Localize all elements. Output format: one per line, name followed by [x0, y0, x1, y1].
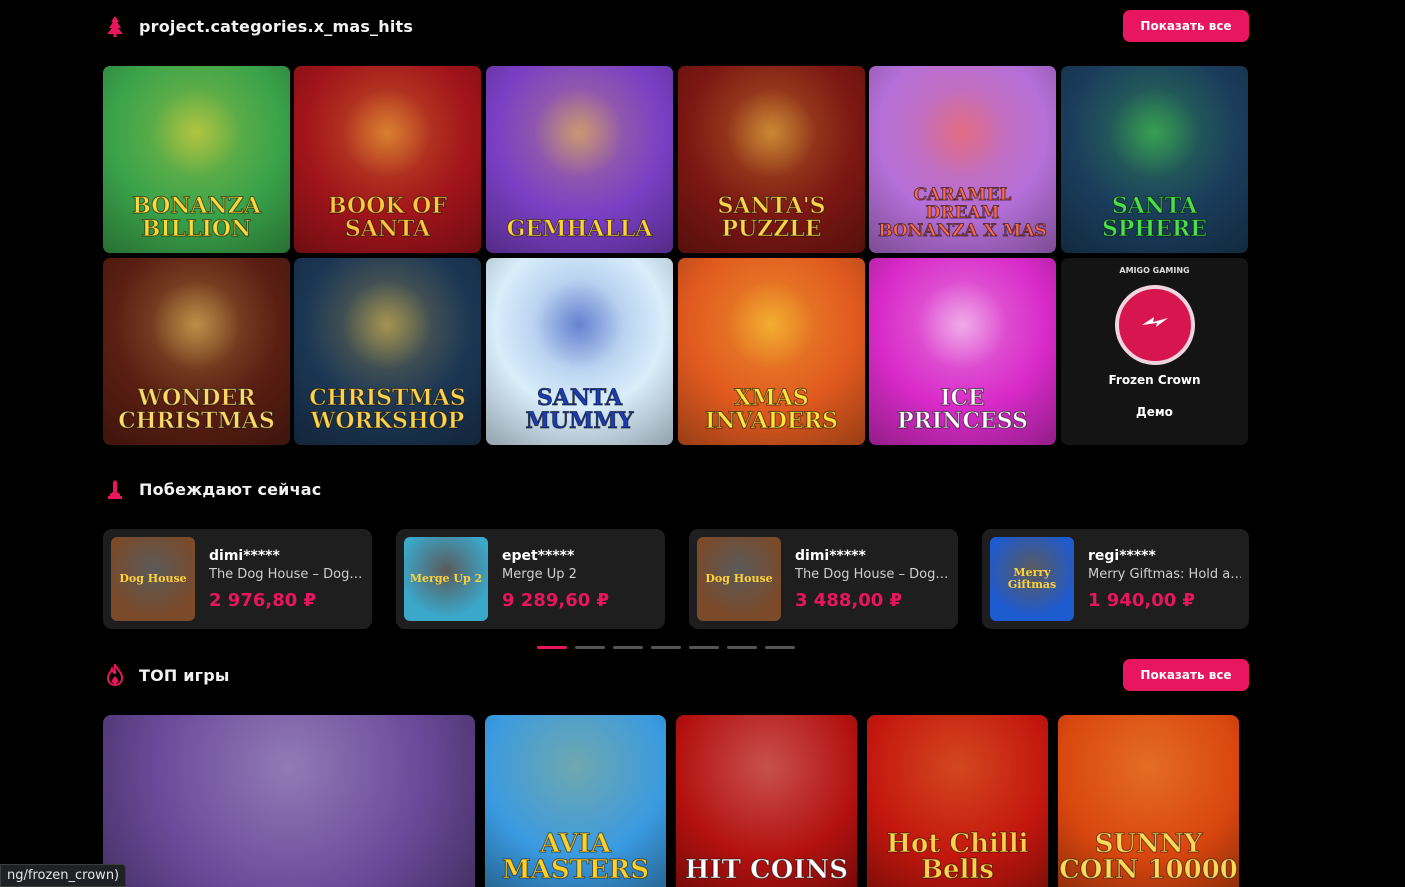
game-title: Santa's Puzzle [717, 192, 826, 242]
xmas-section-header: project.categories.x_mas_hits [103, 14, 413, 38]
slider-dot[interactable] [651, 646, 681, 649]
artwork [534, 88, 624, 178]
artwork [534, 280, 624, 370]
winner-card[interactable]: Merry Giftmas regi***** Merry Giftmas: H… [982, 529, 1249, 629]
artwork [726, 280, 816, 370]
slider-dot[interactable] [613, 646, 643, 649]
top-game-tile[interactable] [103, 715, 475, 887]
artwork [342, 280, 432, 370]
game-title: SUNNY COIN 10000 [1059, 829, 1239, 885]
game-title: Wonder Christmas [118, 384, 275, 434]
winner-card[interactable]: Merge Up 2 epet***** Merge Up 2 9 289,60… [396, 529, 665, 629]
winner-amount: 9 289,60 ₽ [502, 589, 610, 611]
game-tile[interactable]: Bonanza Billion [103, 66, 290, 253]
winner-game: The Dog House – Dog or Alive [795, 566, 950, 582]
game-tile[interactable]: Book of Santa [294, 66, 481, 253]
game-tile[interactable]: GEMhalla [486, 66, 673, 253]
slider-dot[interactable] [765, 646, 795, 649]
game-title: Christmas Workshop [309, 384, 466, 434]
artwork [726, 88, 816, 178]
winner-game: Merry Giftmas: Hold and Win [1088, 566, 1241, 582]
top-game-tile[interactable]: AVIA MASTERS [485, 715, 666, 887]
game-tile[interactable]: Wonder Christmas [103, 258, 290, 445]
game-thumbnail: Dog House [111, 537, 195, 621]
link-status-bar: ng/frozen_crown) [0, 864, 127, 887]
game-tile[interactable]: Santa's Puzzle [678, 66, 865, 253]
top-game-tile[interactable]: Hot Chilli Bells [867, 715, 1048, 887]
artwork [151, 88, 241, 178]
game-title: Caramel Dream Bonanza X mas [878, 185, 1048, 242]
trophy-icon [103, 477, 127, 501]
slider-dot[interactable] [537, 646, 567, 649]
game-thumbnail: Merry Giftmas [990, 537, 1074, 621]
play-button[interactable] [1114, 284, 1195, 365]
thumbnail-title: Merge Up 2 [409, 571, 483, 585]
thumbnail-title: Dog House [119, 571, 187, 585]
game-tile[interactable]: Caramel Dream Bonanza X mas [869, 66, 1056, 253]
game-thumbnail: Merge Up 2 [404, 537, 488, 621]
game-tile[interactable]: Santa Mummy [486, 258, 673, 445]
winner-username: dimi***** [209, 547, 280, 564]
slider-dot[interactable] [727, 646, 757, 649]
game-thumbnail: Dog House [697, 537, 781, 621]
artwork [917, 280, 1007, 370]
game-tile[interactable]: Xmas Invaders [678, 258, 865, 445]
game-title: Book of Santa [328, 192, 448, 242]
game-tile[interactable]: Santa Sphere [1061, 66, 1248, 253]
winner-game: The Dog House – Dog or Alive [209, 566, 364, 582]
demo-link[interactable]: Демо [1136, 405, 1173, 419]
game-tile[interactable]: Christmas Workshop [294, 258, 481, 445]
winner-info: epet***** Merge Up 2 9 289,60 ₽ [502, 548, 657, 611]
thumbnail-title: Dog House [705, 571, 773, 585]
section-title: ТОП игры [139, 665, 230, 685]
provider-logo: AMIGO GAMING [1119, 266, 1190, 275]
winner-username: dimi***** [795, 547, 866, 564]
artwork [151, 280, 241, 370]
top-section-header: ТОП игры [103, 663, 230, 687]
game-title: Bonanza Billion [132, 192, 262, 242]
show-all-button[interactable]: Показать все [1123, 659, 1249, 691]
winner-amount: 2 976,80 ₽ [209, 589, 317, 611]
section-title: Побеждают сейчас [139, 479, 322, 499]
winner-game: Merge Up 2 [502, 566, 577, 582]
winner-card[interactable]: Dog House dimi***** The Dog House – Dog … [689, 529, 958, 629]
winner-amount: 1 940,00 ₽ [1088, 589, 1196, 611]
winner-amount: 3 488,00 ₽ [795, 589, 903, 611]
winner-info: dimi***** The Dog House – Dog or Alive 3… [795, 548, 950, 611]
top-game-tile[interactable]: SUNNY COIN 10000 [1058, 715, 1239, 887]
game-title: HIT COINS [684, 855, 849, 885]
game-title: AVIA MASTERS [501, 829, 650, 885]
winners-section-header: Побеждают сейчас [103, 477, 321, 501]
christmas-tree-icon [103, 14, 127, 38]
game-title: GEMhalla [506, 215, 653, 242]
game-tile[interactable]: Ice Princess [869, 258, 1056, 445]
game-title: Ice Princess [897, 384, 1029, 434]
game-title: Santa Sphere [1101, 192, 1208, 242]
game-title: Hot Chilli Bells [886, 829, 1029, 885]
winner-info: regi***** Merry Giftmas: Hold and Win 1 … [1088, 548, 1241, 611]
artwork [917, 88, 1007, 178]
winner-username: epet***** [502, 547, 575, 564]
game-title: Santa Mummy [525, 384, 634, 434]
show-all-button[interactable]: Показать все [1123, 10, 1249, 42]
winner-username: regi***** [1088, 547, 1156, 564]
thumbnail-title: Merry Giftmas [1007, 565, 1057, 591]
game-title: Xmas Invaders [705, 384, 839, 434]
top-game-tile[interactable]: HIT COINS [676, 715, 857, 887]
game-tile-frozen-crown[interactable]: AMIGO GAMING Frozen Crown Демо [1061, 258, 1248, 445]
slider-dot[interactable] [689, 646, 719, 649]
artwork [342, 88, 432, 178]
game-name: Frozen Crown [1108, 372, 1201, 387]
lightning-icon [1138, 311, 1172, 339]
artwork [1109, 88, 1199, 178]
winner-info: dimi***** The Dog House – Dog or Alive 2… [209, 548, 364, 611]
slider-pagination [537, 646, 795, 649]
section-title: project.categories.x_mas_hits [139, 16, 414, 36]
slider-dot[interactable] [575, 646, 605, 649]
winner-card[interactable]: Dog House dimi***** The Dog House – Dog … [103, 529, 372, 629]
fire-icon [103, 663, 127, 687]
